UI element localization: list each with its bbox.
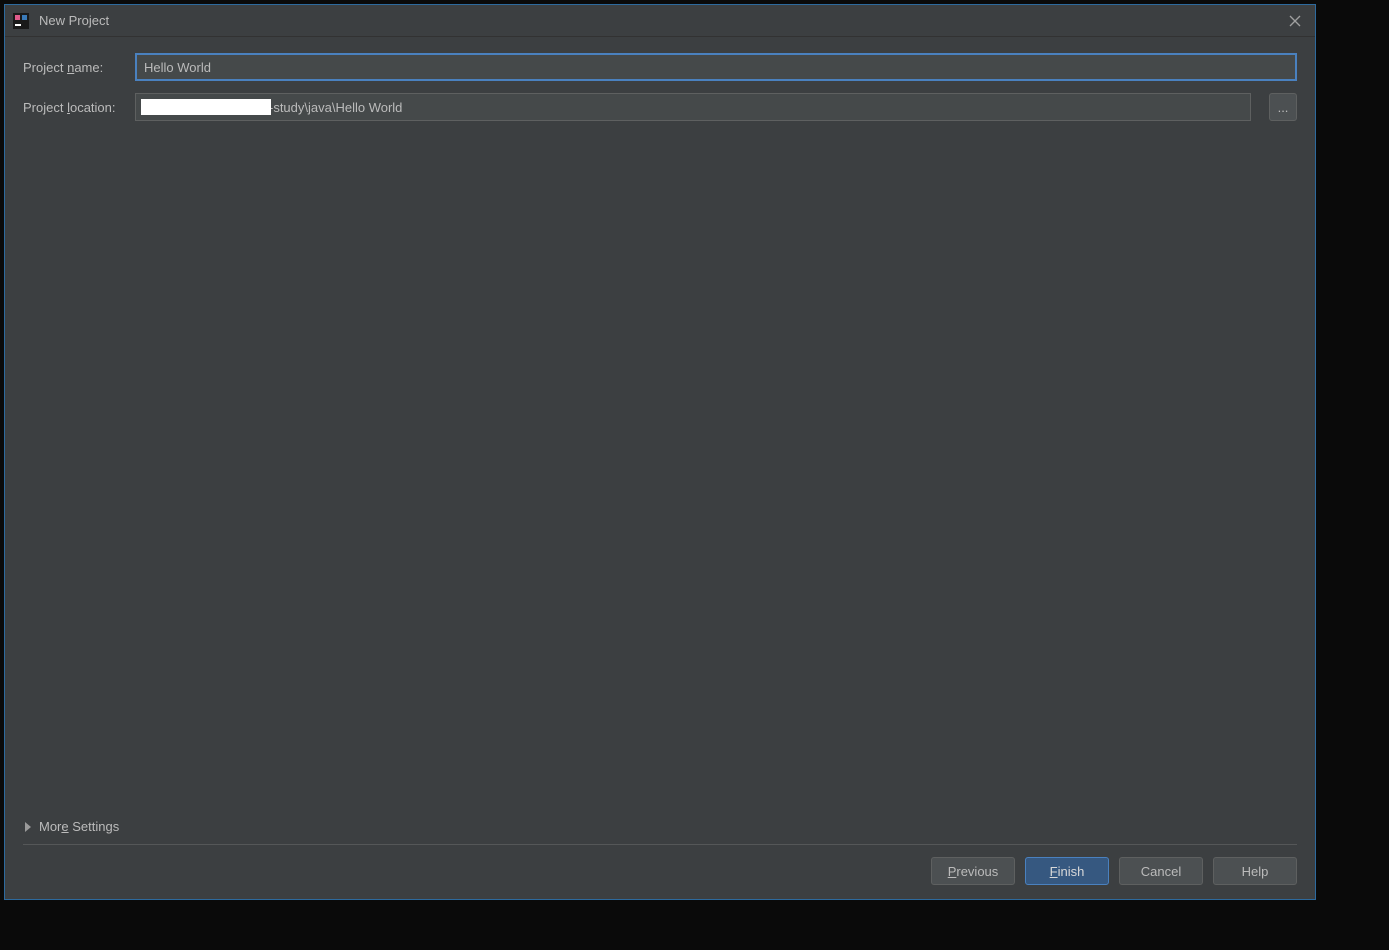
finish-button[interactable]: Finish (1025, 857, 1109, 885)
separator (23, 844, 1297, 845)
dialog-content: Project name: Project location: ... More… (5, 37, 1315, 899)
project-name-input[interactable] (135, 53, 1297, 81)
project-location-label: Project location: (23, 100, 129, 115)
dialog-buttons: Previous Finish Cancel Help (23, 851, 1297, 889)
app-icon (13, 13, 29, 29)
content-spacer (23, 133, 1297, 815)
cancel-button[interactable]: Cancel (1119, 857, 1203, 885)
project-location-row: Project location: ... (23, 93, 1297, 121)
new-project-dialog: New Project Project name: Project locati… (4, 4, 1316, 900)
previous-button[interactable]: Previous (931, 857, 1015, 885)
project-name-label: Project name: (23, 60, 129, 75)
project-location-input[interactable] (135, 93, 1251, 121)
expand-triangle-icon (25, 822, 31, 832)
more-settings-label: More Settings (39, 819, 119, 834)
project-name-row: Project name: (23, 53, 1297, 81)
title-bar: New Project (5, 5, 1315, 37)
window-title: New Project (39, 13, 109, 28)
close-button[interactable] (1281, 9, 1309, 33)
browse-location-button[interactable]: ... (1269, 93, 1297, 121)
ellipsis-icon: ... (1278, 100, 1289, 115)
more-settings-toggle[interactable]: More Settings (23, 815, 1297, 836)
help-button[interactable]: Help (1213, 857, 1297, 885)
